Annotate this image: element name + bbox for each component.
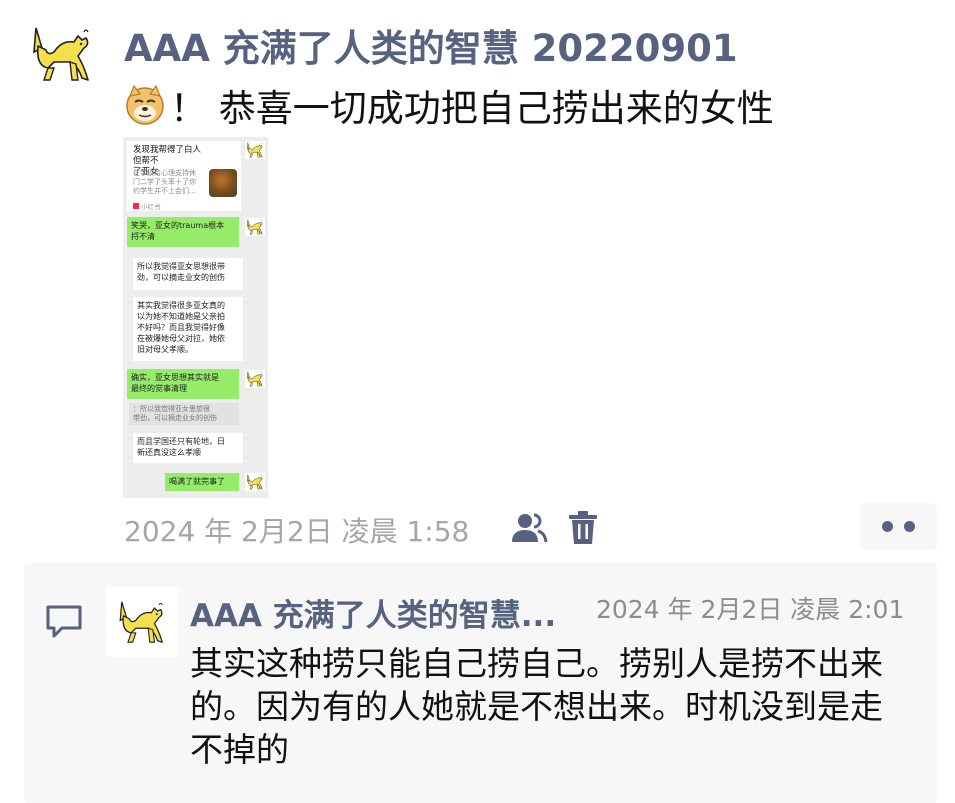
mini-cat-avatar (245, 141, 265, 159)
comment-timestamp: 2024 年 2月2日 凌晨 2:01 (596, 595, 905, 624)
card-subtitle: 在学校给心理支持休 门二学了头率十了你 约学生并不上会们… (133, 169, 196, 195)
shared-note-card: 发现我帮得了白人但帮不 了亚女 在学校给心理支持休 门二学了头率十了你 约学生并… (127, 141, 241, 211)
card-thumbnail (209, 169, 237, 197)
comment-author[interactable]: AAA 充满了人类的智慧... (190, 590, 582, 635)
more-button[interactable] (860, 503, 937, 550)
chat-screenshot-image[interactable]: 发现我帮得了白人但帮不 了亚女 在学校给心理支持休 门二学了头率十了你 约学生并… (123, 137, 268, 498)
post-timestamp: 2024 年 2月2日 凌晨 1:58 (124, 515, 470, 548)
chat-bubble: 确实，亚女思想其实就是 最终的觉事清理 (127, 369, 239, 399)
cat-avatar (114, 597, 170, 647)
chat-bubble: 喝满了就完事了 (165, 473, 239, 491)
mini-cat-avatar (245, 370, 265, 388)
cat-avatar[interactable] (26, 22, 98, 86)
post-text: ！ 恭喜一切成功把自己捞出来的女性 (124, 78, 774, 132)
mini-cat-avatar (245, 218, 265, 236)
chat-bubble: 笑哭，亚女的trauma根本 捋不清 (127, 217, 239, 247)
doge-face-icon (126, 84, 164, 125)
trash-icon[interactable] (567, 511, 599, 545)
people-icon[interactable] (510, 512, 548, 544)
chat-bubble: 所以我觉得亚女思想很带 劲，可以摘走业女的创伤 (133, 258, 243, 290)
comment-avatar[interactable] (106, 587, 178, 657)
post-text-content: ！ 恭喜一切成功把自己捞出来的女性 (170, 87, 774, 130)
mini-cat-avatar (245, 473, 265, 491)
comment-text: 其实这种捞只能自己捞自己。捞别人是捞不出来的。因为有的人她就是不想出来。时机没到… (190, 644, 883, 769)
comment-icon (46, 605, 82, 638)
quoted-message: ：所以我觉得亚女思想很 带劲，可以摘走业女的创伤 (129, 403, 239, 425)
more-dots-icon (882, 521, 893, 532)
chat-bubble: 其实我觉得很多亚女真的 以为她不知道她是父亲拍 不好吗？而且我觉得好像 在被爆她… (133, 297, 243, 361)
card-source: 小红书 (133, 201, 161, 211)
rednote-logo-icon (133, 203, 139, 209)
poster-name[interactable]: AAA 充满了人类的智慧 20220901 (124, 18, 738, 72)
chat-bubble: 而且学国还只有轮地，日 新还真没这么孝顺 (133, 433, 243, 463)
